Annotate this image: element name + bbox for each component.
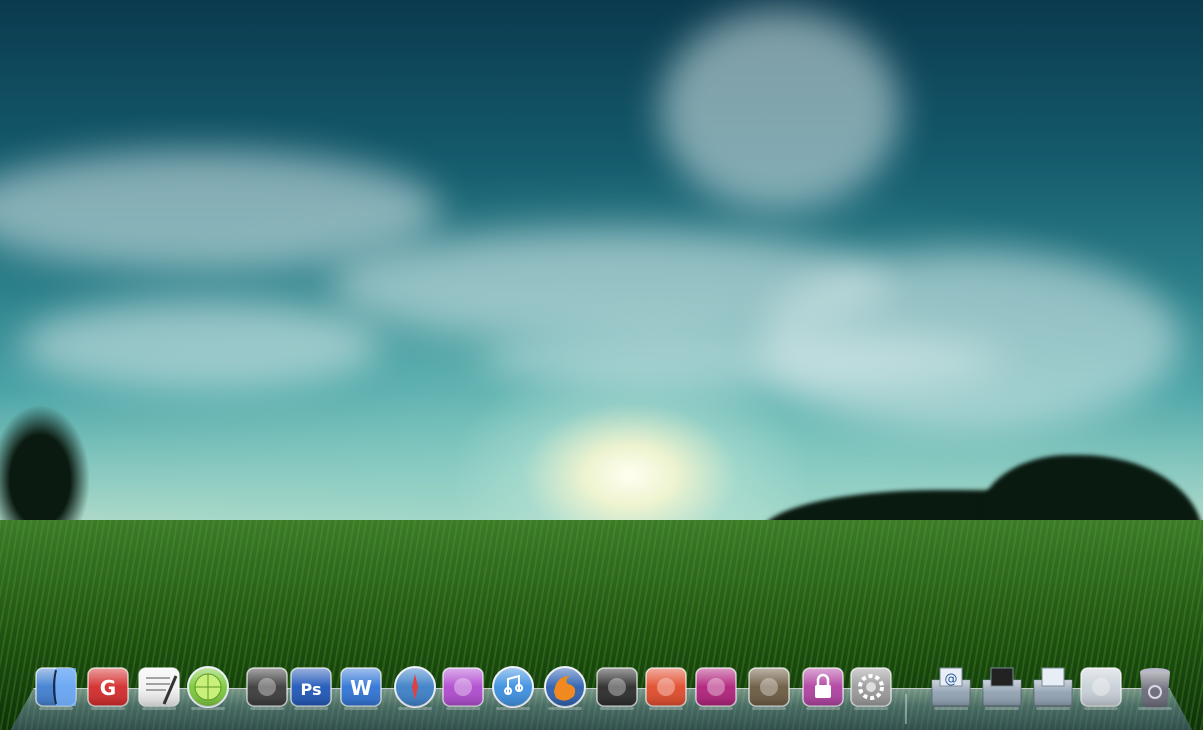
dock-item-textedit[interactable] xyxy=(136,664,182,710)
firefox-icon xyxy=(544,666,586,710)
gimp-icon xyxy=(748,667,790,710)
wallpaper-cloud xyxy=(660,10,900,210)
word-icon: W xyxy=(340,667,382,710)
dock-separator xyxy=(905,694,907,724)
textedit-icon xyxy=(138,667,180,710)
dock-item-downloads[interactable] xyxy=(979,664,1025,710)
lime-icon xyxy=(187,666,229,710)
svg-text:@: @ xyxy=(945,672,958,687)
dock-item-photo-booth[interactable] xyxy=(693,664,739,710)
dock-item-finder[interactable] xyxy=(33,664,79,710)
dock-item-firefox[interactable] xyxy=(542,664,588,710)
dock-item-installer[interactable] xyxy=(440,664,486,710)
dock-item-camera-app[interactable] xyxy=(594,664,640,710)
gear-icon xyxy=(850,667,892,710)
installer-icon xyxy=(442,667,484,710)
wallpaper-tree xyxy=(0,390,100,540)
dock-item-keychain[interactable] xyxy=(800,664,846,710)
safari-icon xyxy=(394,666,436,710)
svg-text:Ps: Ps xyxy=(301,680,322,699)
at-folder-icon: @ xyxy=(931,667,971,710)
dock-item-trash[interactable] xyxy=(1132,664,1178,710)
dock: G Ps W @ xyxy=(0,660,1203,730)
lock-icon xyxy=(802,667,844,710)
gun-icon xyxy=(645,667,687,710)
dock-item-app-g[interactable]: G xyxy=(85,664,131,710)
wallpaper-cloud xyxy=(20,300,380,390)
downloads-folder-icon xyxy=(982,667,1022,710)
dock-item-itunes[interactable] xyxy=(490,664,536,710)
camera-icon xyxy=(596,667,638,710)
dock-item-network[interactable] xyxy=(1078,664,1124,710)
dock-item-word[interactable]: W xyxy=(338,664,384,710)
desktop: G Ps W @ xyxy=(0,0,1203,730)
dock-item-safari[interactable] xyxy=(392,664,438,710)
dock-item-documents[interactable] xyxy=(1030,664,1076,710)
itunes-icon xyxy=(492,666,534,710)
svg-text:G: G xyxy=(100,676,116,700)
photo-booth-icon xyxy=(695,667,737,710)
g-app-icon: G xyxy=(87,667,129,710)
dock-item-toy-gun[interactable] xyxy=(643,664,689,710)
documents-folder-icon xyxy=(1033,667,1073,710)
ninja-icon xyxy=(246,667,288,710)
svg-text:W: W xyxy=(350,676,372,700)
dock-item-gimp[interactable] xyxy=(746,664,792,710)
photoshop-icon: Ps xyxy=(290,667,332,710)
dock-item-mail-folder[interactable]: @ xyxy=(928,664,974,710)
finder-icon xyxy=(35,667,77,710)
wallpaper-cloud xyxy=(760,250,1180,430)
dock-item-system-prefs[interactable] xyxy=(848,664,894,710)
dock-item-adium[interactable] xyxy=(244,664,290,710)
dock-items: G Ps W @ xyxy=(30,664,1180,724)
network-icon xyxy=(1080,667,1122,710)
dock-item-limewire[interactable] xyxy=(185,664,231,710)
dock-item-photoshop[interactable]: Ps xyxy=(288,664,334,710)
trash-icon xyxy=(1138,668,1172,710)
